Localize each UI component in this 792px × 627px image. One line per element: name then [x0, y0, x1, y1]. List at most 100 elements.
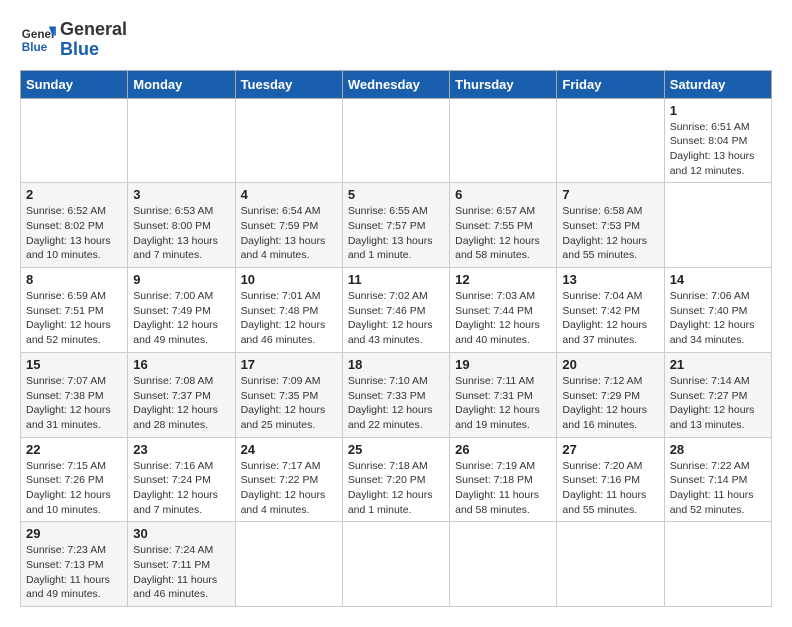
calendar-day-27: 27Sunrise: 7:20 AMSunset: 7:16 PMDayligh… [557, 437, 664, 522]
day-number: 26 [455, 442, 551, 457]
calendar-week-3: 8 Sunrise: 6:59 AMSunset: 7:51 PMDaylight… [21, 268, 772, 353]
weekday-header-saturday: Saturday [664, 70, 771, 98]
day-detail: Sunrise: 7:01 AMSunset: 7:48 PMDaylight:… [241, 289, 337, 348]
day-number: 8 [26, 272, 122, 287]
day-detail: Sunrise: 7:06 AMSunset: 7:40 PMDaylight:… [670, 289, 766, 348]
day-number: 15 [26, 357, 122, 372]
day-number: 25 [348, 442, 444, 457]
calendar-day-3: 3Sunrise: 6:53 AMSunset: 8:00 PMDaylight… [128, 183, 235, 268]
day-number: 17 [241, 357, 337, 372]
calendar-day-22: 22Sunrise: 7:15 AMSunset: 7:26 PMDayligh… [21, 437, 128, 522]
day-detail: Sunrise: 7:16 AMSunset: 7:24 PMDaylight:… [133, 459, 229, 518]
empty-cell [235, 98, 342, 183]
day-number: 9 [133, 272, 229, 287]
calendar-day-13: 13 Sunrise: 7:04 AMSunset: 7:42 PMDayligh… [557, 268, 664, 353]
calendar-week-6: 29Sunrise: 7:23 AMSunset: 7:13 PMDayligh… [21, 522, 772, 607]
day-number: 1 [670, 103, 766, 118]
weekday-header-monday: Monday [128, 70, 235, 98]
empty-cell [128, 98, 235, 183]
day-detail: Sunrise: 7:18 AMSunset: 7:20 PMDaylight:… [348, 459, 444, 518]
calendar-day-10: 10Sunrise: 7:01 AMSunset: 7:48 PMDayligh… [235, 268, 342, 353]
calendar-day-23: 23Sunrise: 7:16 AMSunset: 7:24 PMDayligh… [128, 437, 235, 522]
day-detail: Sunrise: 7:00 AMSunset: 7:49 PMDaylight:… [133, 289, 229, 348]
calendar-day-25: 25 Sunrise: 7:18 AMSunset: 7:20 PMDayligh… [342, 437, 449, 522]
day-number: 20 [562, 357, 658, 372]
day-detail: Sunrise: 7:22 AMSunset: 7:14 PMDaylight:… [670, 459, 766, 518]
calendar-day-15: 15 Sunrise: 7:07 AMSunset: 7:38 PMDayligh… [21, 352, 128, 437]
empty-cell [664, 522, 771, 607]
day-detail: Sunrise: 7:04 AMSunset: 7:42 PMDaylight:… [562, 289, 658, 348]
weekday-header-thursday: Thursday [450, 70, 557, 98]
logo-general: General [60, 20, 127, 40]
empty-cell [21, 98, 128, 183]
calendar-day-18: 18 Sunrise: 7:10 AMSunset: 7:33 PMDayligh… [342, 352, 449, 437]
empty-cell [450, 98, 557, 183]
calendar-day-5: 5 Sunrise: 6:55 AMSunset: 7:57 PMDaylight… [342, 183, 449, 268]
day-detail: Sunrise: 7:07 AMSunset: 7:38 PMDaylight:… [26, 374, 122, 433]
empty-cell [557, 522, 664, 607]
page-header: General Blue General Blue [20, 20, 772, 60]
weekday-header-friday: Friday [557, 70, 664, 98]
day-number: 7 [562, 187, 658, 202]
empty-cell [342, 522, 449, 607]
day-detail: Sunrise: 7:02 AMSunset: 7:46 PMDaylight:… [348, 289, 444, 348]
empty-cell [664, 183, 771, 268]
day-detail: Sunrise: 6:58 AMSunset: 7:53 PMDaylight:… [562, 204, 658, 263]
day-detail: Sunrise: 7:12 AMSunset: 7:29 PMDaylight:… [562, 374, 658, 433]
empty-cell [450, 522, 557, 607]
day-detail: Sunrise: 7:10 AMSunset: 7:33 PMDaylight:… [348, 374, 444, 433]
calendar-week-1: 1 Sunrise: 6:51 AMSunset: 8:04 PMDaylight… [21, 98, 772, 183]
day-detail: Sunrise: 6:55 AMSunset: 7:57 PMDaylight:… [348, 204, 444, 263]
calendar-day-8: 8 Sunrise: 6:59 AMSunset: 7:51 PMDaylight… [21, 268, 128, 353]
calendar-day-20: 20 Sunrise: 7:12 AMSunset: 7:29 PMDayligh… [557, 352, 664, 437]
calendar-day-11: 11Sunrise: 7:02 AMSunset: 7:46 PMDayligh… [342, 268, 449, 353]
day-detail: Sunrise: 6:51 AMSunset: 8:04 PMDaylight:… [670, 120, 766, 179]
day-number: 28 [670, 442, 766, 457]
day-number: 24 [241, 442, 337, 457]
day-detail: Sunrise: 7:15 AMSunset: 7:26 PMDaylight:… [26, 459, 122, 518]
day-detail: Sunrise: 7:09 AMSunset: 7:35 PMDaylight:… [241, 374, 337, 433]
day-number: 3 [133, 187, 229, 202]
calendar-day-21: 21Sunrise: 7:14 AMSunset: 7:27 PMDayligh… [664, 352, 771, 437]
calendar-day-6: 6 Sunrise: 6:57 AMSunset: 7:55 PMDaylight… [450, 183, 557, 268]
weekday-header-wednesday: Wednesday [342, 70, 449, 98]
calendar-day-7: 7 Sunrise: 6:58 AMSunset: 7:53 PMDaylight… [557, 183, 664, 268]
day-detail: Sunrise: 6:57 AMSunset: 7:55 PMDaylight:… [455, 204, 551, 263]
day-detail: Sunrise: 7:17 AMSunset: 7:22 PMDaylight:… [241, 459, 337, 518]
weekday-header-sunday: Sunday [21, 70, 128, 98]
logo-icon: General Blue [20, 22, 56, 58]
calendar-day-12: 12 Sunrise: 7:03 AMSunset: 7:44 PMDayligh… [450, 268, 557, 353]
day-detail: Sunrise: 6:59 AMSunset: 7:51 PMDaylight:… [26, 289, 122, 348]
day-number: 13 [562, 272, 658, 287]
calendar-day-16: 16 Sunrise: 7:08 AMSunset: 7:37 PMDayligh… [128, 352, 235, 437]
weekday-header-tuesday: Tuesday [235, 70, 342, 98]
empty-cell [557, 98, 664, 183]
day-detail: Sunrise: 7:24 AMSunset: 7:11 PMDaylight:… [133, 543, 229, 602]
day-number: 16 [133, 357, 229, 372]
empty-cell [342, 98, 449, 183]
calendar-day-9: 9 Sunrise: 7:00 AMSunset: 7:49 PMDaylight… [128, 268, 235, 353]
calendar-day-19: 19Sunrise: 7:11 AMSunset: 7:31 PMDayligh… [450, 352, 557, 437]
calendar-day-24: 24 Sunrise: 7:17 AMSunset: 7:22 PMDayligh… [235, 437, 342, 522]
logo: General Blue General Blue [20, 20, 127, 60]
calendar-week-2: 2Sunrise: 6:52 AMSunset: 8:02 PMDaylight… [21, 183, 772, 268]
day-number: 5 [348, 187, 444, 202]
svg-text:Blue: Blue [22, 41, 48, 54]
day-number: 29 [26, 526, 122, 541]
calendar-day-4: 4 Sunrise: 6:54 AMSunset: 7:59 PMDaylight… [235, 183, 342, 268]
day-number: 12 [455, 272, 551, 287]
calendar-day-14: 14Sunrise: 7:06 AMSunset: 7:40 PMDayligh… [664, 268, 771, 353]
day-detail: Sunrise: 7:08 AMSunset: 7:37 PMDaylight:… [133, 374, 229, 433]
day-number: 19 [455, 357, 551, 372]
day-number: 30 [133, 526, 229, 541]
day-detail: Sunrise: 6:54 AMSunset: 7:59 PMDaylight:… [241, 204, 337, 263]
day-number: 18 [348, 357, 444, 372]
calendar-day-1: 1 Sunrise: 6:51 AMSunset: 8:04 PMDaylight… [664, 98, 771, 183]
day-number: 6 [455, 187, 551, 202]
day-number: 4 [241, 187, 337, 202]
weekday-header-row: SundayMondayTuesdayWednesdayThursdayFrid… [21, 70, 772, 98]
calendar-day-2: 2Sunrise: 6:52 AMSunset: 8:02 PMDaylight… [21, 183, 128, 268]
day-detail: Sunrise: 7:19 AMSunset: 7:18 PMDaylight:… [455, 459, 551, 518]
day-detail: Sunrise: 7:03 AMSunset: 7:44 PMDaylight:… [455, 289, 551, 348]
day-detail: Sunrise: 6:52 AMSunset: 8:02 PMDaylight:… [26, 204, 122, 263]
